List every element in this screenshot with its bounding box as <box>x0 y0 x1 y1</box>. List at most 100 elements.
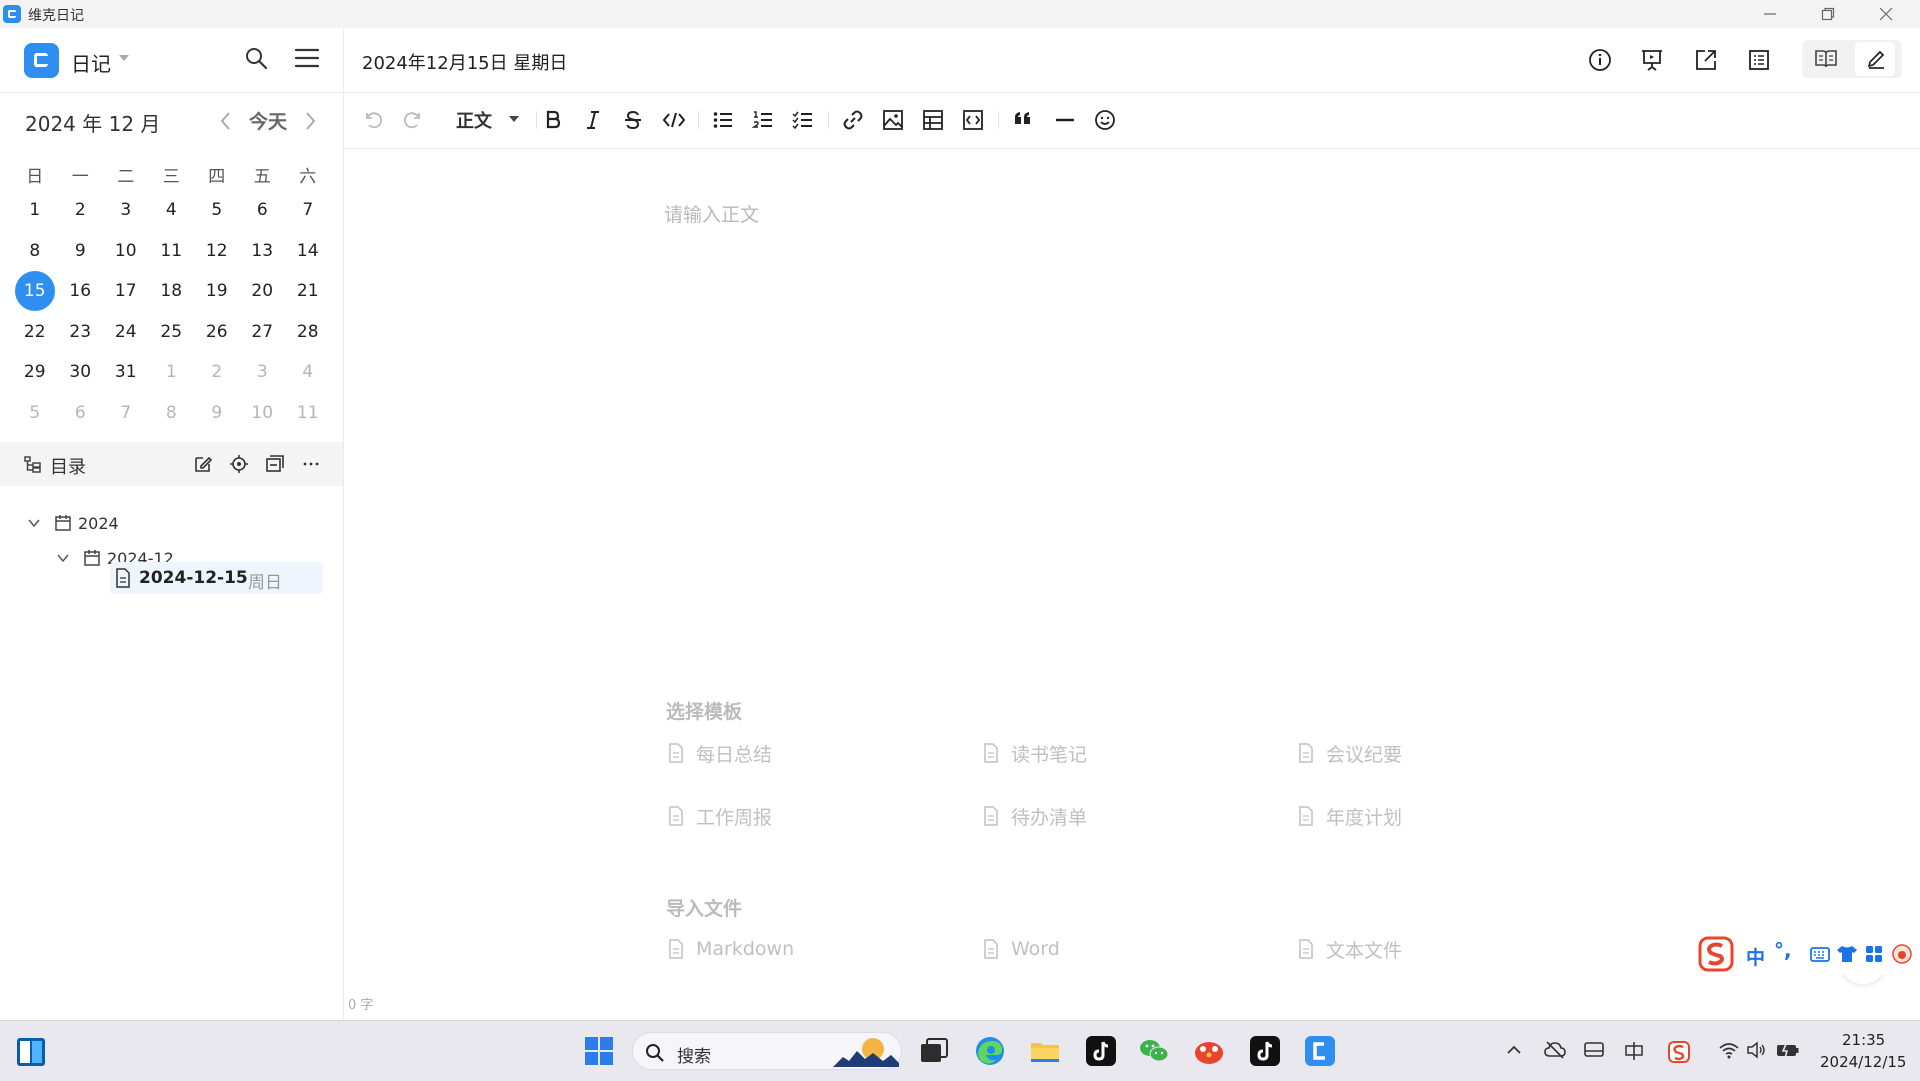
calendar-day[interactable]: 7 <box>285 190 331 231</box>
ime-language-icon[interactable] <box>1624 1041 1644 1061</box>
calendar-day[interactable]: 29 <box>12 352 58 393</box>
calendar-day[interactable]: 16 <box>58 271 104 312</box>
outline-icon[interactable] <box>1747 48 1771 72</box>
calendar-day[interactable]: 9 <box>194 393 240 434</box>
widgets-icon[interactable] <box>16 1037 46 1067</box>
cloud-offline-icon[interactable] <box>1544 1041 1566 1059</box>
info-icon[interactable] <box>1588 48 1612 72</box>
image-icon[interactable] <box>882 109 904 131</box>
calendar-day[interactable]: 20 <box>240 271 286 312</box>
calendar-day[interactable]: 5 <box>12 393 58 434</box>
calendar-day[interactable]: 7 <box>103 393 149 434</box>
template-item[interactable]: 年度计划 <box>1298 803 1402 829</box>
calendar-day[interactable]: 21 <box>285 271 331 312</box>
import-item[interactable]: Word <box>983 936 1060 962</box>
notebook-logo-icon[interactable] <box>24 43 59 78</box>
calendar-day[interactable]: 1 <box>149 352 195 393</box>
calendar-day[interactable]: 28 <box>285 312 331 353</box>
calendar-day[interactable]: 23 <box>58 312 104 353</box>
template-item[interactable]: 读书笔记 <box>983 740 1087 766</box>
calendar-day[interactable]: 4 <box>285 352 331 393</box>
emoji-icon[interactable] <box>1094 109 1116 131</box>
read-mode-icon[interactable] <box>1814 48 1838 70</box>
caret-down-icon[interactable] <box>509 116 519 123</box>
chevron-up-icon[interactable] <box>1505 1041 1523 1059</box>
import-item[interactable]: Markdown <box>668 936 794 962</box>
volume-icon[interactable] <box>1746 1041 1766 1059</box>
calendar-day[interactable]: 27 <box>240 312 286 353</box>
calendar-day[interactable]: 19 <box>194 271 240 312</box>
menu-icon[interactable] <box>294 46 320 70</box>
template-item[interactable]: 待办清单 <box>983 803 1087 829</box>
wifi-icon[interactable] <box>1719 1041 1739 1059</box>
paragraph-style-select[interactable]: 正文 <box>456 107 492 133</box>
code-block-icon[interactable] <box>962 109 984 131</box>
new-note-icon[interactable] <box>193 454 213 474</box>
minimize-button[interactable] <box>1742 0 1798 28</box>
display-icon[interactable] <box>1584 1041 1604 1059</box>
calendar-day[interactable]: 25 <box>149 312 195 353</box>
undo-icon[interactable] <box>362 109 384 131</box>
horizontal-rule-icon[interactable] <box>1054 109 1076 131</box>
calendar-day[interactable]: 11 <box>285 393 331 434</box>
calendar-day[interactable]: 30 <box>58 352 104 393</box>
clock-time[interactable]: 21:35 <box>1842 1031 1885 1049</box>
strikethrough-icon[interactable] <box>622 109 644 131</box>
search-icon[interactable] <box>244 46 268 70</box>
edit-mode-button[interactable] <box>1855 42 1895 76</box>
calendar-day[interactable]: 10 <box>240 393 286 434</box>
presentation-icon[interactable] <box>1640 48 1664 72</box>
calendar-day[interactable]: 6 <box>240 190 286 231</box>
chevron-down-icon[interactable] <box>28 518 40 528</box>
battery-charging-icon[interactable] <box>1776 1041 1800 1059</box>
ime-punct-label[interactable]: °, <box>1774 938 1792 962</box>
clock-date[interactable]: 2024/12/15 <box>1820 1053 1906 1071</box>
template-item[interactable]: 工作周报 <box>668 803 772 829</box>
toolbox-icon[interactable] <box>1864 944 1884 964</box>
task-view-icon[interactable] <box>918 1035 950 1067</box>
tree-note-item[interactable]: 2024-12-15 周日 <box>110 562 323 594</box>
italic-icon[interactable] <box>582 109 604 131</box>
link-icon[interactable] <box>842 109 864 131</box>
template-item[interactable]: 会议纪要 <box>1298 740 1402 766</box>
calendar-day[interactable]: 26 <box>194 312 240 353</box>
bold-icon[interactable] <box>542 109 564 131</box>
calendar-day[interactable]: 13 <box>240 231 286 272</box>
sogou-logo-icon[interactable] <box>1698 936 1734 972</box>
tiktok-icon[interactable] <box>1085 1035 1117 1067</box>
editor-body-placeholder[interactable]: 请输入正文 <box>664 200 759 227</box>
import-item[interactable]: 文本文件 <box>1298 936 1402 962</box>
calendar-day[interactable]: 3 <box>103 190 149 231</box>
edge-browser-icon[interactable] <box>974 1035 1006 1067</box>
wechat-icon[interactable] <box>1138 1035 1170 1067</box>
game-app-icon[interactable] <box>1193 1035 1225 1067</box>
caret-down-icon[interactable] <box>118 54 130 62</box>
ime-avatar-icon[interactable] <box>1892 944 1912 964</box>
locate-icon[interactable] <box>229 454 249 474</box>
tree-year-node[interactable]: 2024 <box>28 508 119 538</box>
calendar-day[interactable]: 17 <box>103 271 149 312</box>
task-list-icon[interactable] <box>792 109 814 131</box>
calendar-day[interactable]: 12 <box>194 231 240 272</box>
skin-icon[interactable] <box>1836 944 1858 964</box>
file-explorer-icon[interactable] <box>1029 1035 1061 1067</box>
calendar-day[interactable]: 2 <box>58 190 104 231</box>
calendar-day[interactable]: 6 <box>58 393 104 434</box>
ime-mode-label[interactable]: 中 <box>1746 943 1765 970</box>
calendar-day[interactable]: 31 <box>103 352 149 393</box>
chevron-down-icon[interactable] <box>57 553 69 563</box>
calendar-day[interactable]: 4 <box>149 190 195 231</box>
chevron-right-icon[interactable] <box>300 110 320 132</box>
calendar-day[interactable]: 9 <box>58 231 104 272</box>
calendar-day[interactable]: 2 <box>194 352 240 393</box>
calendar-day[interactable]: 3 <box>240 352 286 393</box>
collapse-all-icon[interactable] <box>265 454 285 474</box>
calendar-day[interactable]: 11 <box>149 231 195 272</box>
template-item[interactable]: 每日总结 <box>668 740 772 766</box>
bullet-list-icon[interactable] <box>712 109 734 131</box>
export-icon[interactable] <box>1694 48 1718 72</box>
taskbar-search[interactable]: 搜索 <box>632 1032 902 1070</box>
calendar-day[interactable]: 22 <box>12 312 58 353</box>
windows-start-icon[interactable] <box>583 1035 615 1067</box>
calendar-day[interactable]: 18 <box>149 271 195 312</box>
